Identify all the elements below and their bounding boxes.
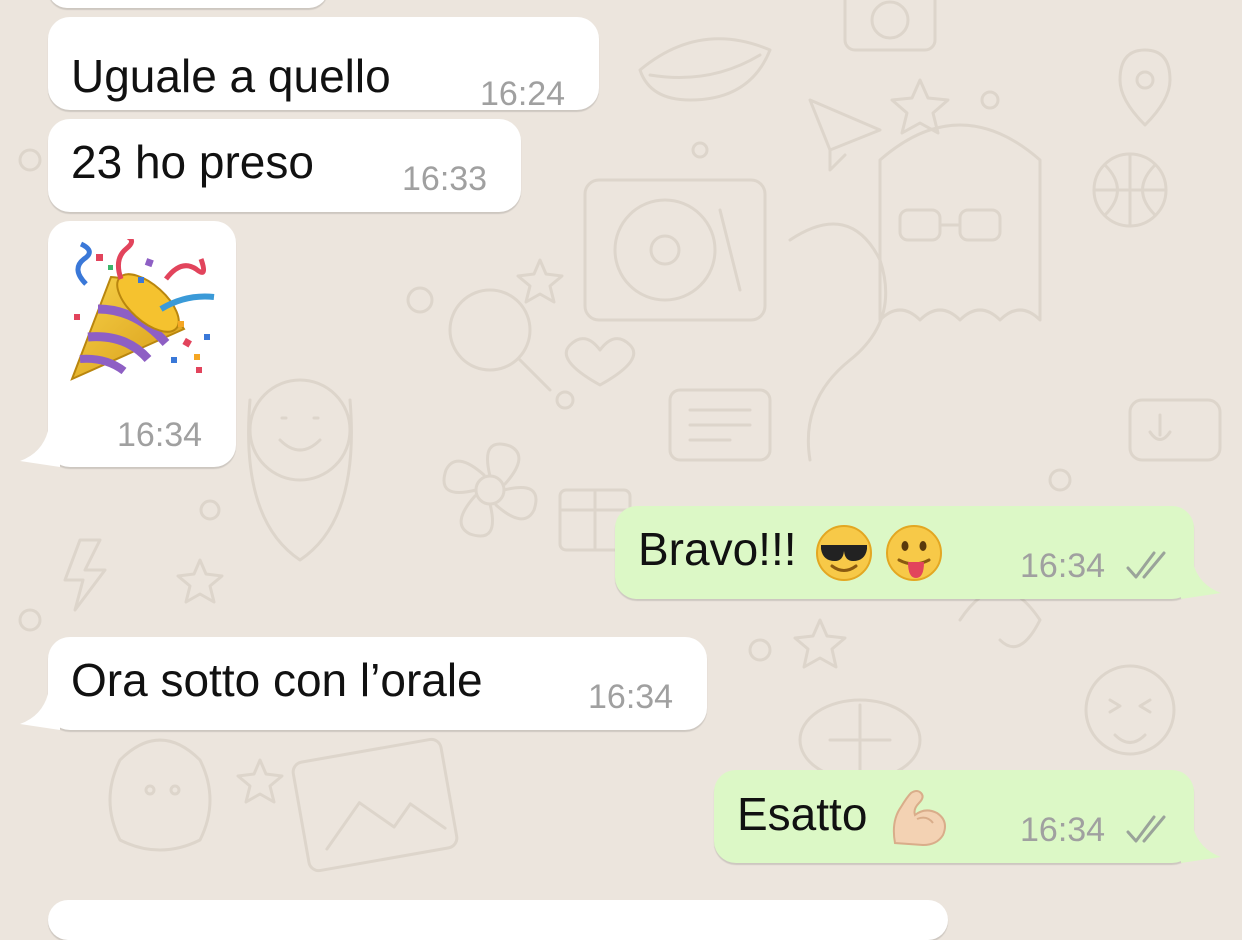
- sunglasses-face-icon: [815, 524, 872, 581]
- message-bubble-partial: [48, 0, 328, 8]
- message-timestamp: 16:24: [480, 75, 566, 113]
- bubble-tail: [20, 694, 60, 730]
- message-bubble-outgoing[interactable]: Bravo!!! 16:34: [615, 506, 1221, 599]
- message-timestamp: 16:34: [1020, 811, 1106, 849]
- message-bubble-partial: [48, 900, 948, 940]
- message-bubble-incoming-emoji[interactable]: 16:34: [20, 221, 236, 467]
- bubble-tail: [20, 431, 60, 467]
- message-timestamp: 16:33: [402, 160, 488, 198]
- message-timestamp: 16:34: [117, 416, 203, 454]
- bubble-tail: [1181, 563, 1221, 599]
- message-bubble-incoming[interactable]: 23 ho preso 16:33: [48, 119, 521, 212]
- message-timestamp: 16:34: [1020, 547, 1106, 585]
- message-text-content: Esatto: [737, 788, 868, 841]
- message-bubble-outgoing[interactable]: Esatto 16:34: [714, 770, 1221, 863]
- party-popper-icon: [70, 239, 215, 381]
- message-timestamp: 16:34: [588, 678, 674, 716]
- message-bubble-incoming[interactable]: Ora sotto con l’orale 16:34: [20, 637, 707, 730]
- flexed-biceps-icon: [893, 790, 947, 847]
- message-text: Uguale a quello: [71, 50, 391, 102]
- double-check-read-icon: [1126, 551, 1166, 579]
- double-check-read-icon: [1126, 815, 1166, 843]
- message-text: Ora sotto con l’orale: [71, 654, 483, 706]
- message-text: 23 ho preso: [71, 136, 314, 188]
- message-bubble-incoming[interactable]: Uguale a quello 16:24: [48, 17, 599, 113]
- tongue-face-icon: [885, 524, 942, 581]
- message-text: Bravo!!!: [638, 523, 943, 582]
- message-text: Esatto: [737, 787, 949, 849]
- bubble-tail: [1181, 827, 1221, 863]
- message-text-content: Bravo!!!: [638, 523, 797, 575]
